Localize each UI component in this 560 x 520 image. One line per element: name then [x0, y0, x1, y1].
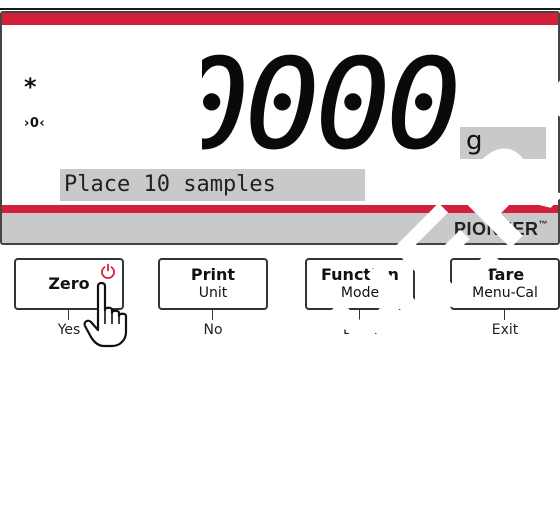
weight-readout-area: 0.0000 — [202, 47, 457, 165]
power-icon — [101, 263, 115, 279]
display-top-red-stripe — [2, 13, 558, 25]
tare-key-tick — [504, 310, 505, 320]
function-mode-button[interactable]: Function Mode — [305, 258, 415, 310]
mode-button-label: Mode — [340, 285, 380, 301]
print-unit-button[interactable]: Print Unit — [158, 258, 268, 310]
brand-bar: PIONEER™ — [2, 213, 558, 243]
unit-button-label: Unit — [198, 285, 228, 301]
brand-logo: PIONEER™ — [454, 219, 548, 240]
print-key-tick — [212, 310, 213, 320]
tare-menu-button[interactable]: Tare Menu-Cal — [450, 258, 560, 310]
unit-field: g — [460, 126, 546, 159]
trademark-symbol: ™ — [538, 219, 548, 229]
message-text: Place 10 samples — [64, 172, 276, 197]
function-key-tick — [359, 310, 360, 320]
message-field: Place 10 samples — [60, 169, 365, 201]
center-of-zero-indicator: ›0‹ — [24, 116, 46, 131]
zero-key-tick — [68, 310, 69, 320]
menu-cal-button-label: Menu-Cal — [472, 285, 538, 301]
tare-key-secondary-label: Exit — [491, 322, 519, 338]
function-button-label: Function — [321, 265, 399, 284]
pointing-hand-icon — [83, 281, 128, 348]
display-bottom-red-stripe — [2, 205, 558, 213]
top-border-line — [0, 8, 560, 10]
stability-indicator: * — [24, 73, 37, 101]
balance-display-panel: * ›0‹ 0.0000 g Place 10 samples PIONEER™ — [0, 11, 560, 245]
function-key-secondary-label: Back — [343, 322, 377, 338]
print-key-secondary-label: No — [203, 322, 223, 338]
unit-label: g — [466, 126, 483, 156]
tare-button-label: Tare — [485, 265, 525, 284]
brand-name: PIONEER — [453, 219, 539, 239]
lcd-screen: * ›0‹ 0.0000 g Place 10 samples — [2, 25, 558, 205]
print-button-label: Print — [190, 265, 236, 284]
weight-readout: 0.0000 — [202, 47, 457, 165]
